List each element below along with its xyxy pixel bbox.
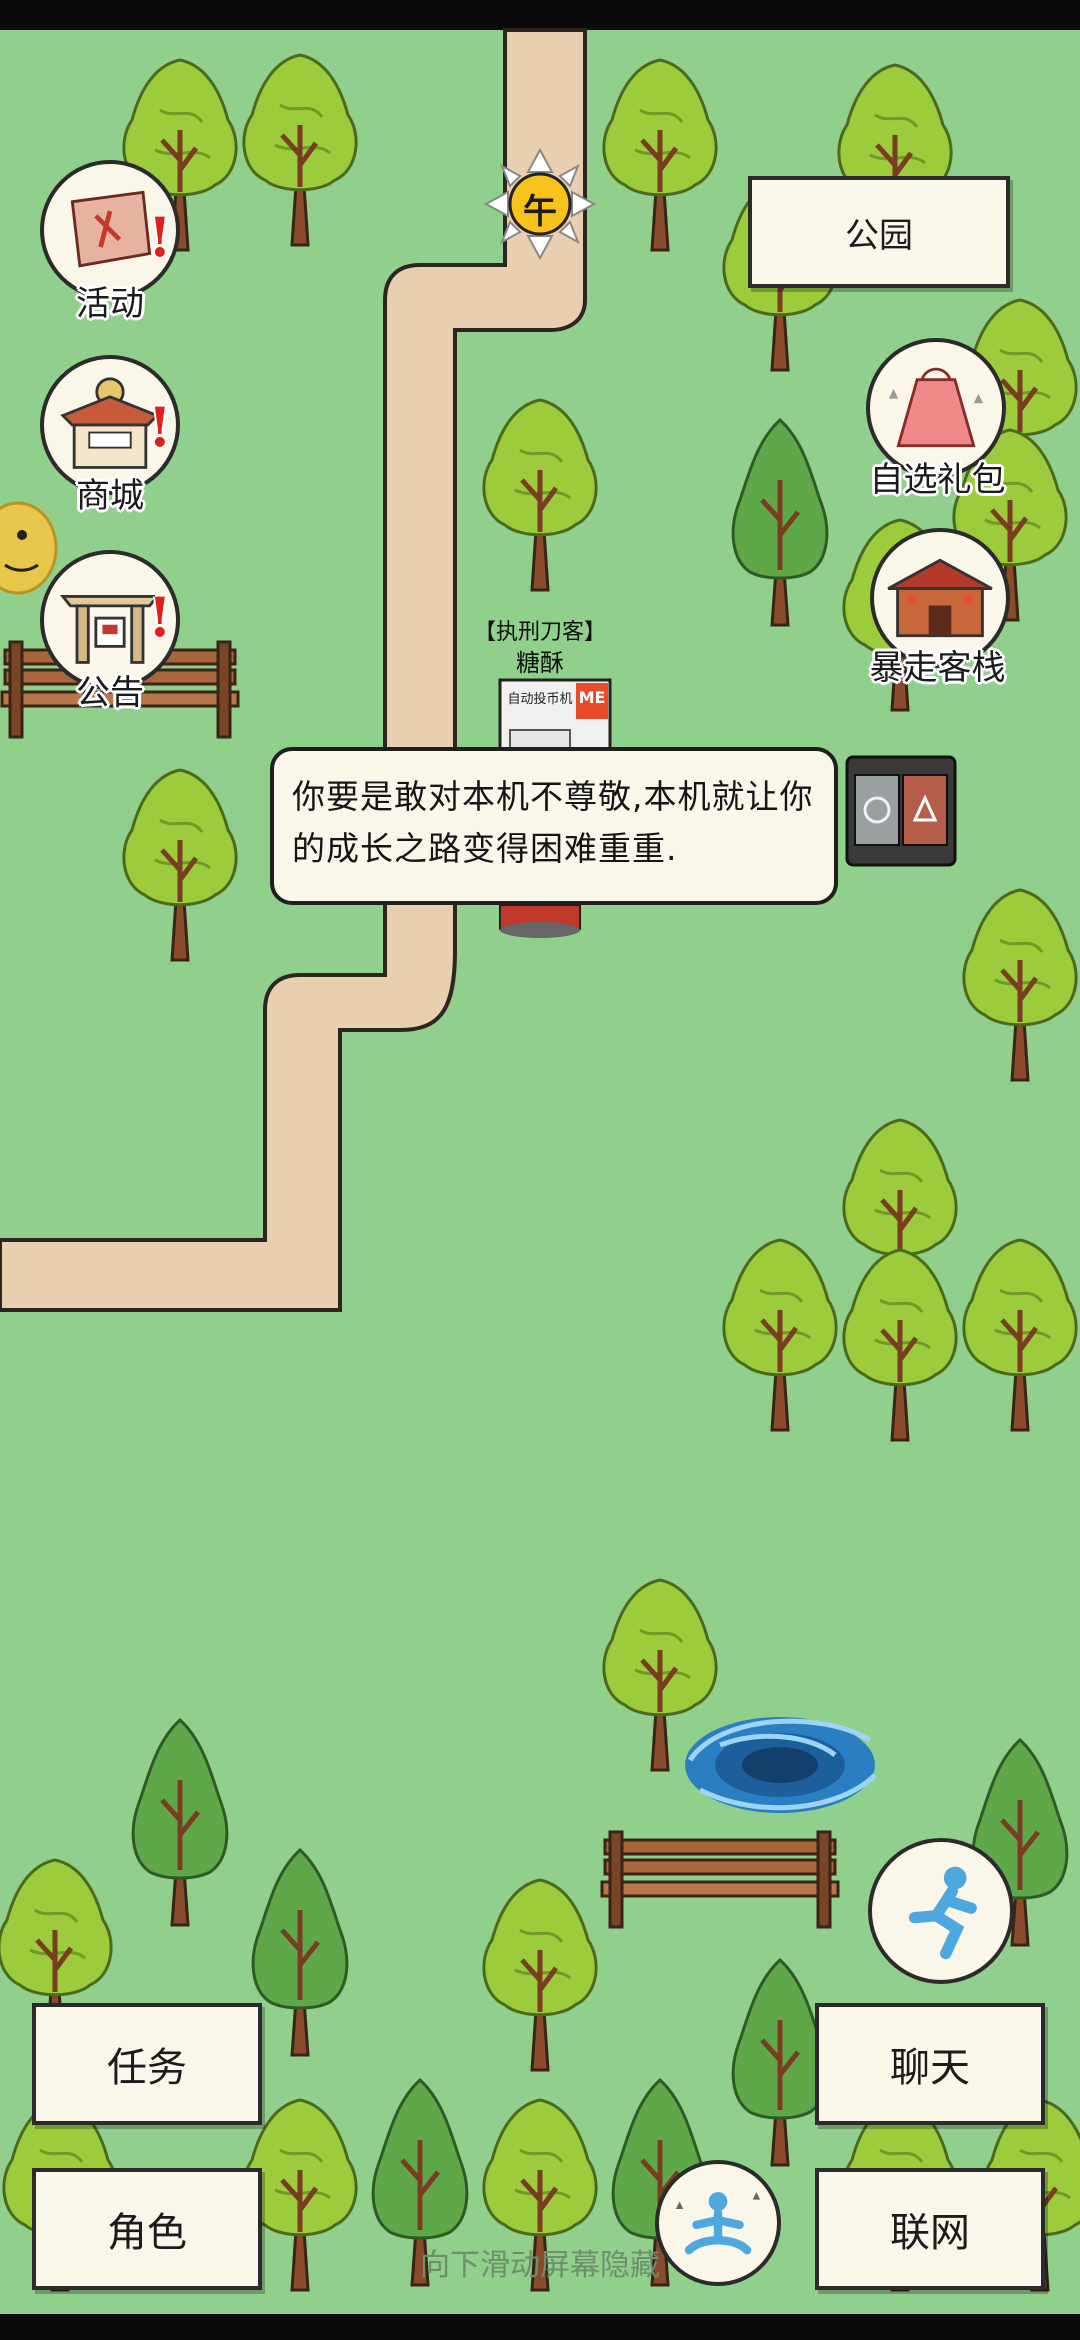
notice-alert-badge: !	[148, 585, 172, 649]
running-figure-icon[interactable]	[868, 1838, 1014, 1984]
event-label: 活动	[76, 284, 144, 324]
shop-label: 商城	[76, 476, 144, 516]
chat-button[interactable]: 聊天	[815, 2003, 1045, 2125]
npc-sign-me: ME	[578, 688, 606, 707]
notice-label: 公告	[76, 673, 144, 713]
shop-alert-badge: !	[148, 395, 172, 459]
whirlpool-portal-icon	[685, 1717, 877, 1813]
time-of-day-label: 午	[523, 192, 557, 232]
npc-dialog-bubble[interactable]: 你要是敢对本机不尊敬,本机就让你的成长之路变得困难重重.	[270, 747, 838, 905]
character-button[interactable]: 角色	[32, 2168, 262, 2290]
online-button[interactable]: 联网	[815, 2168, 1045, 2290]
npc-name[interactable]: 糖酥	[455, 643, 625, 678]
npc-sign: 自动投币机	[507, 692, 573, 707]
inn-label: 暴走客栈	[869, 648, 1006, 688]
gift-pack-label: 自选礼包	[869, 460, 1006, 500]
event-alert-badge: !	[148, 205, 172, 269]
location-panel[interactable]: 公园	[748, 176, 1010, 288]
game-screen: 【执刑刀客】 糖酥 自动投币机 ME 午 公园 ! 活动 ! 商城 ! 公告 自…	[0, 0, 1080, 2340]
npc-title: 【执刑刀客】	[473, 620, 606, 645]
swipe-hint: 向下滑动屏幕隐藏	[420, 2248, 660, 2283]
quest-button[interactable]: 任务	[32, 2003, 262, 2125]
nav-bar	[0, 2314, 1080, 2340]
recycle-bin-icon	[845, 755, 957, 867]
